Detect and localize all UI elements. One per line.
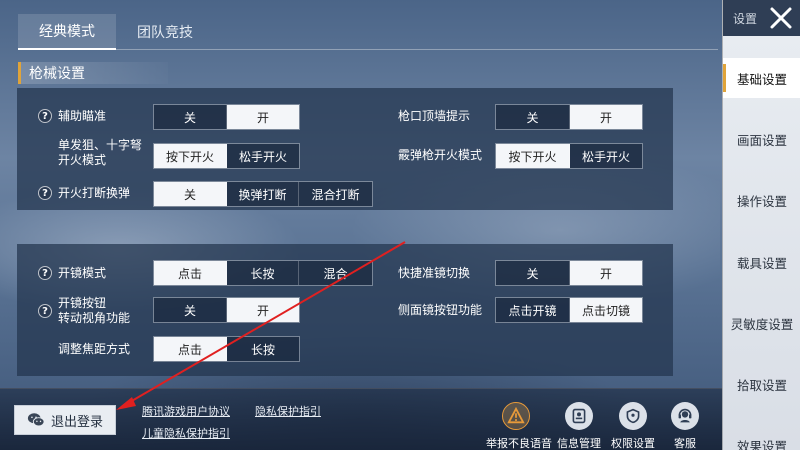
scope-rotate-label: 开镜按钮 转动视角功能	[58, 296, 130, 326]
help-icon[interactable]: ?	[38, 304, 52, 318]
info-management-button[interactable]: 信息管理	[549, 402, 609, 450]
support-agent-icon	[671, 402, 699, 430]
mode-tabs: 经典模式 团队竞技	[18, 14, 214, 50]
permission-settings-button[interactable]: 权限设置	[603, 402, 663, 450]
side-scope-label: 侧面镜按钮功能	[398, 303, 483, 317]
side-scope-open-option[interactable]: 点击开镜	[496, 298, 570, 322]
fire-reload-selector: 关 换弹打断 混合打断	[153, 181, 373, 207]
sidebar-item-controls[interactable]: 操作设置	[723, 180, 800, 220]
info-management-label: 信息管理	[557, 437, 601, 450]
section-title-gun-settings: 枪械设置	[18, 62, 168, 84]
quick-scope-off-option[interactable]: 关	[496, 261, 570, 285]
side-scope-row: 侧面镜按钮功能	[398, 302, 482, 318]
customer-service-label: 客服	[674, 437, 696, 450]
focus-mode-row: 调整焦距方式	[58, 341, 130, 357]
report-voice-button[interactable]: 举报不良语音	[486, 402, 552, 450]
tab-team-arena[interactable]: 团队竞技	[116, 14, 214, 50]
help-icon[interactable]: ?	[38, 186, 52, 200]
shotgun-release-fire-option[interactable]: 松手开火	[570, 144, 642, 168]
privacy-policy-link[interactable]: 隐私保护指引	[255, 403, 321, 419]
scope-rotate-on-option[interactable]: 开	[227, 298, 299, 322]
logout-button[interactable]: 退出登录	[14, 405, 116, 435]
aim-assist-label: 辅助瞄准	[58, 109, 107, 123]
sniper-release-fire-option[interactable]: 松手开火	[227, 144, 299, 168]
sniper-fire-mode-selector: 按下开火 松手开火	[153, 143, 300, 169]
scope-mode-label: 开镜模式	[58, 266, 107, 280]
focus-mode-selector: 点击 长按	[153, 336, 300, 362]
warning-icon	[502, 402, 530, 430]
logout-label: 退出登录	[50, 414, 103, 430]
quick-scope-toggle: 关 开	[495, 260, 643, 286]
quick-scope-row: 快捷准镜切换	[398, 265, 470, 281]
shield-icon	[619, 402, 647, 430]
sidebar-item-pickup[interactable]: 拾取设置	[723, 364, 800, 404]
sidebar-item-graphics[interactable]: 画面设置	[723, 119, 800, 159]
close-icon[interactable]	[767, 4, 795, 32]
quick-scope-label: 快捷准镜切换	[398, 266, 471, 280]
muzzle-wall-on-option[interactable]: 开	[570, 105, 642, 129]
sniper-fire-label-line1: 单发狙、十字弩	[58, 138, 143, 152]
scope-mixed-option[interactable]: 混合	[299, 261, 372, 285]
customer-service-button[interactable]: 客服	[655, 402, 715, 450]
sidebar-item-vehicle[interactable]: 载具设置	[723, 242, 800, 282]
shotgun-press-fire-option[interactable]: 按下开火	[496, 144, 570, 168]
tabs-divider	[18, 49, 718, 50]
help-icon[interactable]: ?	[38, 109, 52, 123]
scope-tap-option[interactable]: 点击	[154, 261, 227, 285]
muzzle-wall-toggle: 关 开	[495, 104, 643, 130]
user-agreement-link[interactable]: 腾讯游戏用户协议	[142, 403, 230, 419]
aim-assist-row: ? 辅助瞄准	[38, 108, 106, 124]
quick-scope-on-option[interactable]: 开	[570, 261, 642, 285]
child-privacy-link[interactable]: 儿童隐私保护指引	[142, 425, 230, 441]
mixed-interrupt-option[interactable]: 混合打断	[299, 182, 372, 206]
report-voice-label: 举报不良语音	[486, 437, 552, 450]
shotgun-fire-row: 霰弹枪开火模式	[398, 147, 482, 163]
sidebar-item-sensitivity[interactable]: 灵敏度设置	[723, 303, 800, 343]
sniper-fire-row: 单发狙、十字弩 开火模式	[58, 138, 142, 168]
shotgun-fire-mode-selector: 按下开火 松手开火	[495, 143, 643, 169]
fire-reload-label: 开火打断换弹	[58, 186, 131, 200]
settings-sidebar: 设置 基础设置 画面设置 操作设置 载具设置 灵敏度设置 拾取设置 效果设置	[722, 0, 800, 450]
side-scope-selector: 点击开镜 点击切镜	[495, 297, 643, 323]
scope-mode-selector: 点击 长按 混合	[153, 260, 373, 286]
fire-reload-row: ? 开火打断换弹	[38, 185, 130, 201]
sidebar-title: 设置	[733, 11, 758, 26]
sidebar-item-basic[interactable]: 基础设置	[723, 58, 800, 98]
focus-tap-option[interactable]: 点击	[154, 337, 227, 361]
aim-assist-off-option[interactable]: 关	[154, 105, 227, 129]
muzzle-wall-off-option[interactable]: 关	[496, 105, 570, 129]
permission-settings-label: 权限设置	[611, 437, 655, 450]
side-scope-switch-option[interactable]: 点击切镜	[570, 298, 642, 322]
aim-assist-on-option[interactable]: 开	[227, 105, 299, 129]
scope-rotate-row: ? 开镜按钮 转动视角功能	[38, 296, 130, 326]
scope-rotate-label-line2: 转动视角功能	[58, 311, 131, 325]
muzzle-wall-row: 枪口顶墙提示	[398, 108, 470, 124]
id-card-icon	[565, 402, 593, 430]
fire-reload-off-option[interactable]: 关	[154, 182, 227, 206]
reload-interrupt-option[interactable]: 换弹打断	[227, 182, 299, 206]
sniper-press-fire-option[interactable]: 按下开火	[154, 144, 227, 168]
sidebar-item-effects[interactable]: 效果设置	[723, 425, 800, 450]
sniper-fire-label-line2: 开火模式	[58, 153, 107, 167]
shotgun-fire-label: 霰弹枪开火模式	[398, 148, 483, 162]
scope-rotate-off-option[interactable]: 关	[154, 298, 227, 322]
scope-rotate-toggle: 关 开	[153, 297, 300, 323]
focus-mode-label: 调整焦距方式	[58, 342, 131, 356]
scope-mode-row: ? 开镜模式	[38, 265, 106, 281]
scope-rotate-label-line1: 开镜按钮	[58, 296, 107, 310]
muzzle-wall-label: 枪口顶墙提示	[398, 109, 471, 123]
focus-hold-option[interactable]: 长按	[227, 337, 299, 361]
aim-assist-toggle: 关 开	[153, 104, 300, 130]
wechat-icon	[27, 413, 45, 427]
scope-hold-option[interactable]: 长按	[227, 261, 299, 285]
help-icon[interactable]: ?	[38, 266, 52, 280]
tab-classic-mode[interactable]: 经典模式	[18, 14, 116, 50]
